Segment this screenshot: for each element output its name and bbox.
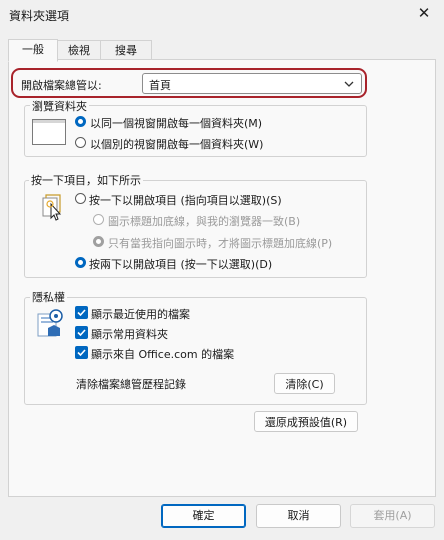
underline-browser-label[interactable]: 圖示標題加底線，與我的瀏覽器一致(B) — [108, 213, 300, 229]
clear-history-label: 清除檔案總管歷程記錄 — [76, 378, 186, 391]
restore-defaults-button[interactable]: 還原成預設值(R) — [254, 411, 358, 432]
office-files-label[interactable]: 顯示來自 Office.com 的檔案 — [91, 346, 234, 362]
same-window-radio[interactable] — [75, 116, 86, 127]
click-items-title: 按一下項目，如下所示 — [29, 172, 143, 188]
window-title: 資料夾選項 — [9, 9, 70, 23]
office-files-checkbox[interactable] — [75, 346, 88, 359]
underline-point-label[interactable]: 只有當我指向圖示時，才將圖示標題加底線(P) — [108, 235, 332, 251]
apply-button[interactable]: 套用(A) — [350, 504, 435, 528]
recent-files-checkbox[interactable] — [75, 306, 88, 319]
close-icon[interactable]: ✕ — [412, 2, 436, 24]
underline-point-radio[interactable] — [93, 236, 104, 247]
ok-button[interactable]: 確定 — [161, 504, 246, 528]
click-cursor-icon — [42, 194, 62, 221]
frequent-folders-label[interactable]: 顯示常用資料夾 — [91, 326, 168, 342]
privacy-title: 隱私權 — [30, 289, 67, 305]
window-icon — [32, 119, 66, 145]
browse-folders-title: 瀏覽資料夾 — [30, 98, 89, 114]
recent-files-label[interactable]: 顯示最近使用的檔案 — [91, 306, 190, 322]
double-click-label[interactable]: 按兩下以開啟項目 (按一下以選取)(D) — [89, 256, 272, 272]
single-click-label[interactable]: 按一下以開啟項目 (指向項目以選取)(S) — [89, 192, 282, 208]
chevron-down-icon — [344, 81, 354, 87]
separate-window-label[interactable]: 以個別的視窗開啟每一個資料夾(W) — [90, 136, 263, 152]
tab-general[interactable]: 一般 — [8, 39, 58, 62]
frequent-folders-checkbox[interactable] — [75, 326, 88, 339]
open-explorer-label: 開啟檔案總管以: — [21, 79, 102, 92]
clear-history-button[interactable]: 清除(C) — [274, 373, 335, 394]
open-explorer-select[interactable]: 首頁 — [142, 73, 362, 94]
same-window-label[interactable]: 以同一個視窗開啟每一個資料夾(M) — [90, 115, 262, 131]
privacy-icon — [37, 309, 63, 337]
double-click-radio[interactable] — [75, 257, 86, 268]
underline-browser-radio[interactable] — [93, 214, 104, 225]
separate-window-radio[interactable] — [75, 137, 86, 148]
open-explorer-value: 首頁 — [149, 79, 171, 92]
cancel-button[interactable]: 取消 — [256, 504, 341, 528]
single-click-radio[interactable] — [75, 193, 86, 204]
